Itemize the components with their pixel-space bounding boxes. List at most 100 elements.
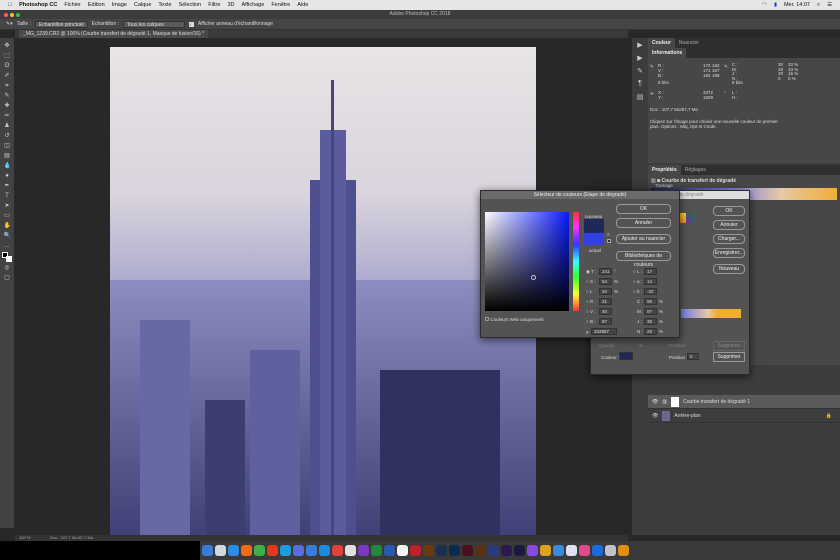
dock-app-icon[interactable]	[462, 545, 473, 556]
web-only-checkbox[interactable]	[485, 317, 489, 321]
tab-reglages[interactable]: Réglages	[681, 165, 710, 175]
pen-tool-icon[interactable]: ✒	[4, 182, 11, 190]
lab-b-field[interactable]: -32	[644, 288, 657, 295]
gradient-load-button[interactable]: Charger...	[713, 234, 745, 244]
brush-tool-icon[interactable]: ✏	[4, 112, 11, 120]
dock-app-icon[interactable]	[605, 545, 616, 556]
dock-app-icon[interactable]	[423, 545, 434, 556]
menu-app[interactable]: Photoshop CC	[19, 2, 57, 8]
dock-app-icon[interactable]	[566, 545, 577, 556]
lab-a-field[interactable]: 14	[644, 278, 657, 285]
quick-select-tool-icon[interactable]: ✐	[4, 72, 11, 80]
dock-app-icon[interactable]	[475, 545, 486, 556]
foreground-background-colors[interactable]	[2, 252, 12, 262]
gradient-tool-icon[interactable]: ▤	[4, 152, 11, 160]
history-panel-icon[interactable]: ▶	[635, 41, 645, 51]
dock-app-icon[interactable]	[267, 545, 278, 556]
menu-filtre[interactable]: Filtre	[208, 2, 220, 8]
eyedropper-icon[interactable]: ✎▾	[6, 21, 13, 27]
zoom-button[interactable]	[16, 12, 20, 17]
dock-app-icon[interactable]	[345, 545, 356, 556]
layer-name[interactable]: Courbe transfert de dégradé 1	[683, 399, 750, 405]
quick-mask-icon[interactable]: ◎	[4, 264, 11, 272]
dock-app-icon[interactable]	[280, 545, 291, 556]
gamut-warning-icon[interactable]: ⚠	[606, 232, 610, 238]
flag-icon[interactable]: ▮	[774, 2, 777, 8]
eye-icon[interactable]: 👁	[652, 413, 658, 419]
minimize-button[interactable]	[10, 12, 14, 17]
dock-app-icon[interactable]	[449, 545, 460, 556]
menu-fenetre[interactable]: Fenêtre	[271, 2, 290, 8]
brush-panel-icon[interactable]: ✎	[635, 67, 645, 77]
stop-color-swatch[interactable]	[619, 352, 633, 360]
size-select[interactable]: Echantillon ponctuel	[34, 20, 88, 28]
stop-position-field[interactable]: 0	[687, 353, 699, 360]
gradient-new-button[interactable]: Nouveau	[713, 264, 745, 274]
menu-calque[interactable]: Calque	[134, 2, 151, 8]
picker-ok-button[interactable]: OK	[616, 204, 671, 214]
type-tool-icon[interactable]: T	[4, 192, 11, 200]
libraries-panel-icon[interactable]: ▤	[635, 93, 645, 103]
blue-field[interactable]: 87	[599, 318, 612, 325]
dock-app-icon[interactable]	[384, 545, 395, 556]
lasso-tool-icon[interactable]: ʘ	[4, 62, 11, 70]
hex-field[interactable]: 202857	[591, 328, 617, 335]
dock-app-icon[interactable]	[358, 545, 369, 556]
saturation-field[interactable]: 54	[599, 278, 612, 285]
layer-row[interactable]: 👁 ▥ Courbe transfert de dégradé 1	[648, 395, 840, 409]
dock-app-icon[interactable]	[228, 545, 239, 556]
yellow-field[interactable]: 35	[644, 318, 657, 325]
gradient-preview-bar[interactable]	[681, 309, 741, 318]
color-delete-button[interactable]: Supprimer	[713, 352, 745, 362]
tab-nuancier[interactable]: Nuancier	[675, 38, 703, 48]
dock-app-icon[interactable]	[579, 545, 590, 556]
green-field[interactable]: 40	[599, 308, 612, 315]
dock-app-icon[interactable]	[371, 545, 382, 556]
close-button[interactable]	[4, 12, 8, 17]
actions-panel-icon[interactable]: ▶	[635, 54, 645, 64]
character-panel-icon[interactable]: ¶	[635, 80, 645, 90]
eyedropper-tool-icon[interactable]: ✎	[4, 92, 11, 100]
gradient-cancel-button[interactable]: Annuler	[713, 220, 745, 230]
clock[interactable]: Mer. 14:07	[784, 2, 810, 8]
layer-row[interactable]: 👁 Arrière-plan 🔒	[648, 409, 840, 423]
dock-app-icon[interactable]	[592, 545, 603, 556]
eye-icon[interactable]: 👁	[652, 399, 658, 405]
dock-app-icon[interactable]	[332, 545, 343, 556]
menu-aide[interactable]: Aide	[297, 2, 308, 8]
dock-app-icon[interactable]	[488, 545, 499, 556]
color-field[interactable]	[485, 212, 569, 311]
red-field[interactable]: 31	[599, 298, 612, 305]
menu-fichier[interactable]: Fichier	[64, 2, 81, 8]
gradient-save-button[interactable]: Enregistrer...	[713, 248, 745, 258]
document-tab[interactable]: _MG_1239.CR2 @ 100% (Courbe transfert de…	[19, 30, 209, 38]
move-tool-icon[interactable]: ✥	[4, 42, 11, 50]
layer-thumbnail[interactable]	[662, 410, 671, 421]
wifi-icon[interactable]: ◠	[762, 2, 767, 8]
dock-app-icon[interactable]	[306, 545, 317, 556]
layer-name[interactable]: Arrière-plan	[674, 413, 700, 419]
menu-edition[interactable]: Edition	[88, 2, 105, 8]
dock-app-icon[interactable]	[293, 545, 304, 556]
menu-texte[interactable]: Texte	[158, 2, 171, 8]
ring-checkbox[interactable]: ✓	[188, 21, 194, 27]
dock-app-icon[interactable]	[202, 545, 213, 556]
search-icon[interactable]: ⌕	[817, 2, 820, 9]
menu-image[interactable]: Image	[112, 2, 127, 8]
blur-tool-icon[interactable]: 💧	[4, 162, 11, 170]
stamp-tool-icon[interactable]: ♟	[4, 122, 11, 130]
tab-proprietes[interactable]: Propriétés	[648, 165, 681, 175]
dock-app-icon[interactable]	[215, 545, 226, 556]
dock-app-icon[interactable]	[436, 545, 447, 556]
document-image[interactable]	[110, 47, 536, 540]
picker-cancel-button[interactable]: Annuler	[616, 218, 671, 228]
dock-app-icon[interactable]	[241, 545, 252, 556]
path-select-icon[interactable]: ➤	[4, 202, 11, 210]
menu-3d[interactable]: 3D	[227, 2, 234, 8]
screen-mode-icon[interactable]: ▢	[4, 274, 11, 282]
shape-tool-icon[interactable]: ▭	[4, 212, 11, 220]
add-swatch-button[interactable]: Ajouter au nuancier	[616, 234, 671, 244]
dock-app-icon[interactable]	[553, 545, 564, 556]
dock-app-icon[interactable]	[618, 545, 629, 556]
eraser-tool-icon[interactable]: ◫	[4, 142, 11, 150]
